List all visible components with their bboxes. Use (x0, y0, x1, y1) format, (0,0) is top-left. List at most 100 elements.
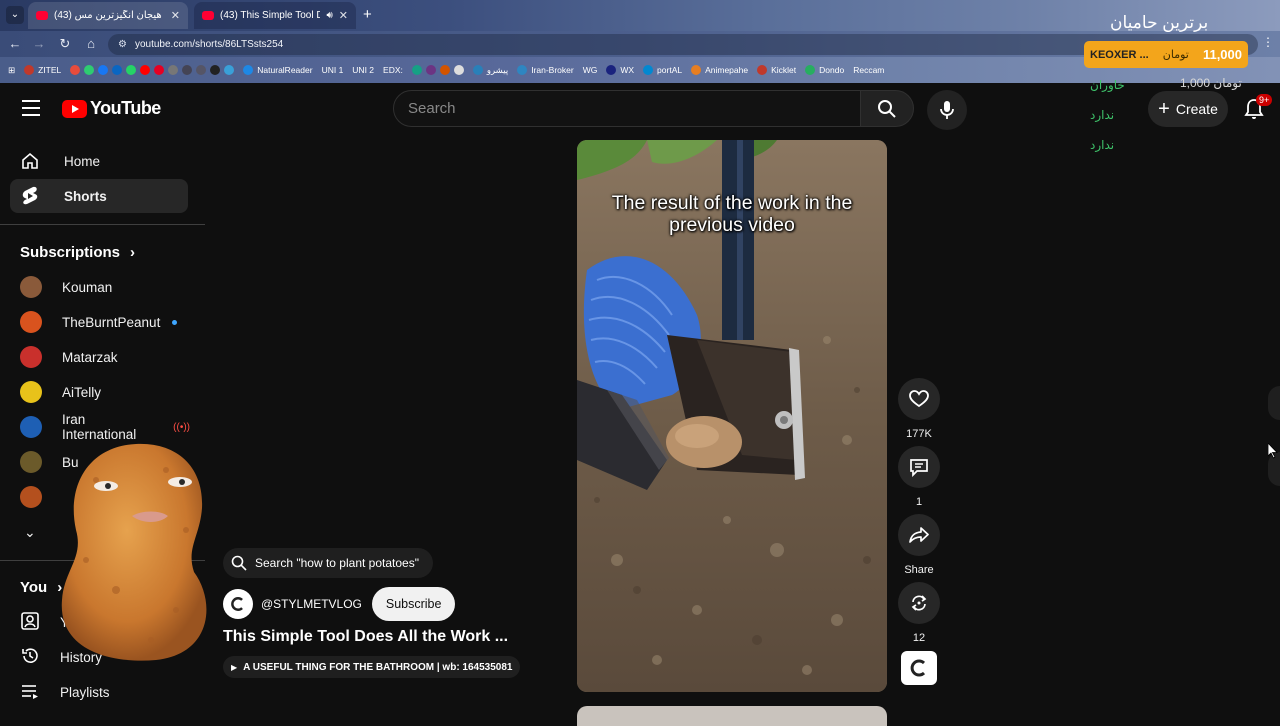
like-button[interactable] (898, 378, 940, 420)
share-action[interactable]: Share (898, 514, 940, 576)
youtube-favicon-icon (202, 11, 214, 20)
chevron-down-icon: ⌄ (24, 523, 36, 540)
tab-search-icon[interactable]: ⌄ (6, 6, 24, 24)
tab-close-icon[interactable]: ✕ (171, 9, 180, 22)
nugget-character-overlay (61, 443, 207, 661)
shorts-video-player[interactable]: The result of the work in the previous v… (577, 140, 887, 692)
bookmark-item[interactable]: UNI 1 (322, 65, 344, 75)
subscription-label: Kouman (62, 279, 113, 295)
create-button[interactable]: + Create (1148, 91, 1228, 127)
avatar (20, 381, 42, 403)
like-count: 177K (906, 428, 932, 440)
avatar (20, 416, 42, 438)
next-short-preview[interactable] (577, 706, 887, 726)
speaker-icon[interactable]: 🔊︎ (326, 10, 332, 21)
chevron-right-icon: › (130, 244, 136, 261)
channel-row: @STYLMETVLOG Subscribe (223, 587, 456, 621)
notifications-button[interactable]: 9+ (1243, 94, 1273, 120)
remix-action[interactable]: 12 (898, 582, 940, 644)
share-button[interactable] (898, 514, 940, 556)
subscription-item[interactable]: Matarzak (20, 342, 190, 372)
search-button[interactable] (860, 90, 914, 127)
subscription-item[interactable]: TheBurntPeanut (20, 307, 190, 337)
playlist-text: A USEFUL THING FOR THE BATHROOM | wb: 16… (243, 661, 513, 673)
browser-tab-2[interactable]: (43) This Simple Tool Does 🔊︎ ✕ (194, 2, 356, 29)
bookmark-item[interactable]: WG (583, 65, 598, 75)
browser-menu-icon[interactable]: ⋮ (1262, 35, 1274, 49)
guide-menu-icon[interactable] (22, 100, 40, 116)
video-caption: The result of the work in the previous v… (577, 192, 887, 236)
bookmark-item[interactable]: portAL (643, 65, 682, 75)
apps-icon[interactable]: ⊞ (8, 65, 15, 76)
tab-close-icon[interactable]: ✕ (339, 9, 348, 22)
avatar (20, 451, 42, 473)
remix-button[interactable] (898, 582, 940, 624)
heart-icon (909, 390, 929, 408)
short-title[interactable]: This Simple Tool Does All the Work ... (223, 628, 508, 646)
subscription-label: TheBurntPeanut (62, 314, 161, 330)
bookmark-item[interactable]: WX (606, 65, 634, 75)
reload-icon[interactable]: ↻ (56, 35, 74, 53)
youtube-wordmark: YouTube (90, 98, 161, 118)
bookmark-item[interactable]: UNI 2 (352, 65, 374, 75)
subscription-item[interactable]: Iran International ((•)) (20, 412, 190, 442)
subscription-item[interactable]: AiTelly (20, 377, 190, 407)
back-icon[interactable]: ← (6, 35, 24, 53)
comments-action[interactable]: 1 (898, 446, 940, 508)
sidebar-item-label: Home (64, 153, 101, 169)
channel-handle[interactable]: @STYLMETVLOG (261, 597, 362, 611)
new-tab-button[interactable]: + (363, 6, 372, 24)
bookmark-item[interactable]: Reccam (853, 65, 884, 75)
browser-tab-bar: ⌄ (43) کولوفته هیجان انگیزترین مس ✕ (43)… (0, 0, 1280, 31)
remix-icon (911, 595, 927, 611)
channel-avatar-button[interactable] (901, 651, 937, 685)
youtube-logo[interactable]: YouTube (62, 98, 161, 119)
forward-icon[interactable]: → (30, 35, 48, 53)
previous-short-button[interactable] (1268, 386, 1280, 420)
tab-title: (43) This Simple Tool Does (220, 10, 321, 21)
bookmark-item[interactable]: Animepahe (691, 65, 748, 75)
channel-logo-icon (231, 597, 243, 611)
playlist-chip[interactable]: ▶ A USEFUL THING FOR THE BATHROOM | wb: … (223, 656, 521, 678)
supporter-row: خاوران (1090, 78, 1125, 92)
browser-tab-1[interactable]: (43) کولوفته هیجان انگیزترین مس ✕ (28, 2, 188, 29)
voice-search-button[interactable] (927, 90, 967, 130)
search-input[interactable] (408, 100, 860, 117)
comments-button[interactable] (898, 446, 940, 488)
bookmark-item[interactable]: NaturalReader (243, 65, 313, 75)
supporter-amount: 1,000 تومان (1180, 76, 1242, 90)
like-action[interactable]: 177K (898, 378, 940, 440)
donation-currency: تومان (1162, 49, 1189, 61)
home-icon[interactable]: ⌂ (82, 35, 100, 53)
bookmark-item[interactable]: EDX: (383, 65, 403, 75)
search-icon (231, 555, 247, 571)
subscribe-button[interactable]: Subscribe (371, 587, 456, 621)
bookmark-icon-strip[interactable] (411, 65, 464, 75)
sidebar-item-shorts[interactable]: Shorts (10, 179, 188, 213)
history-icon (20, 646, 40, 669)
channel-avatar[interactable] (223, 589, 253, 619)
subscriptions-heading[interactable]: Subscriptions › (20, 244, 135, 261)
live-icon: ((•)) (173, 421, 190, 433)
search-box[interactable] (393, 90, 861, 127)
bookmark-item[interactable]: Iran-Broker (517, 65, 574, 75)
subscription-item[interactable]: Kouman (20, 272, 190, 302)
sidebar-item-playlists[interactable]: Playlists (20, 677, 190, 707)
site-info-icon[interactable]: ⚙ (118, 39, 127, 50)
search-icon (878, 99, 896, 118)
suggested-search-chip[interactable]: Search "how to plant potatoes" (223, 548, 433, 578)
bookmark-item[interactable]: ZITEL (24, 65, 61, 75)
bookmark-item[interactable]: Dondo (805, 65, 844, 75)
comment-count: 1 (915, 496, 923, 508)
bookmark-icon-strip[interactable] (70, 65, 235, 75)
bookmark-item[interactable]: Kicklet (757, 65, 796, 75)
avatar (20, 346, 42, 368)
subscription-label: Iran International (62, 412, 137, 442)
top-supporters-title: برترین حامیان (1110, 13, 1209, 32)
sidebar-item-home[interactable]: Home (10, 144, 188, 178)
suggested-search-text: Search "how to plant potatoes" (255, 556, 419, 570)
bookmark-item[interactable]: پیشرو (472, 65, 508, 76)
caption-line: The result of the work in the (611, 192, 853, 214)
donation-amount: 11,000 (1202, 47, 1242, 62)
notification-badge: 9+ (1256, 94, 1273, 106)
